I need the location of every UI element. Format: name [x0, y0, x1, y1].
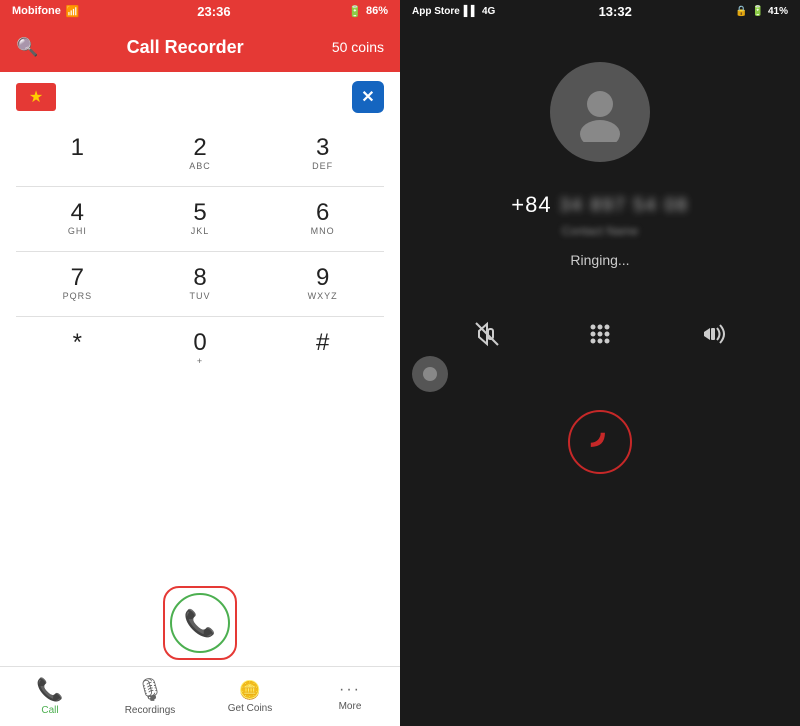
flag-row: ★ ✕ [0, 72, 400, 122]
speaker-icon [698, 319, 728, 349]
keypad-icon [586, 320, 614, 348]
end-call-button[interactable] [568, 410, 632, 474]
dial-key-2[interactable]: 2 ABC [139, 122, 262, 186]
call-controls [400, 308, 800, 360]
dial-key-hash[interactable]: # [261, 317, 384, 381]
network-type: 4G [482, 6, 495, 17]
call-button-area: 📞 [0, 576, 400, 666]
app-header: 🔍 Call Recorder 50 coins [0, 22, 400, 72]
dialpad-row-4: * 0 + # [16, 317, 384, 381]
app-title: Call Recorder [38, 37, 331, 58]
phone-country-code: +84 [511, 192, 551, 218]
battery-text-left: 86% [366, 5, 388, 17]
recordings-nav-label: Recordings [125, 705, 176, 716]
signal-icon-right: ▌▌ [464, 6, 478, 17]
keypad-button[interactable] [574, 308, 626, 360]
status-bar-right: App Store ▌▌ 4G 13:32 🔒 🔋 41% [400, 0, 800, 22]
nav-get-coins[interactable]: 🪙 Get Coins [200, 667, 300, 726]
dialpad-row-3: 7 PQRS 8 TUV 9 WXYZ [16, 252, 384, 317]
phone-number-display: +84 34 897 54 08 [511, 192, 688, 218]
status-bar-left: Mobifone 📶 23:36 🔋 86% [0, 0, 400, 22]
battery-icon-left: 🔋 [348, 5, 362, 18]
search-icon[interactable]: 🔍 [16, 37, 38, 58]
phone-number-blurred: 34 897 54 08 [560, 195, 689, 216]
dial-key-8[interactable]: 8 TUV [139, 252, 262, 316]
dialpad: 1 2 ABC 3 DEF 4 GHI 5 JKL 6 MN [0, 122, 400, 576]
coins-nav-icon: 🪙 [239, 680, 261, 701]
nav-more[interactable]: ··· More [300, 667, 400, 726]
app-store-text: App Store [412, 6, 460, 17]
more-nav-label: More [339, 701, 362, 712]
end-call-area [568, 410, 632, 474]
coins-nav-label: Get Coins [228, 703, 272, 714]
call-nav-label: Call [41, 705, 58, 716]
wifi-signal-icon: 📶 [66, 5, 80, 18]
mute-button[interactable] [461, 308, 513, 360]
side-button-icon [423, 367, 437, 381]
flag-star-icon: ★ [29, 87, 43, 107]
battery-icon-right: 🔋 [752, 6, 764, 17]
speaker-button[interactable] [687, 308, 739, 360]
dial-key-star[interactable]: * [16, 317, 139, 381]
dialpad-row-1: 1 2 ABC 3 DEF [16, 122, 384, 187]
time-left: 23:36 [197, 4, 230, 19]
dial-key-5[interactable]: 5 JKL [139, 187, 262, 251]
time-right: 13:32 [599, 4, 632, 19]
call-nav-icon: 📞 [36, 677, 63, 703]
call-screen: +84 34 897 54 08 Contact Name Ringing... [400, 22, 800, 726]
battery-text-right: 41% [768, 6, 788, 17]
dial-key-1[interactable]: 1 [16, 122, 139, 186]
right-panel: App Store ▌▌ 4G 13:32 🔒 🔋 41% +84 34 897… [400, 0, 800, 726]
dial-key-9[interactable]: 9 WXYZ [261, 252, 384, 316]
dial-key-6[interactable]: 6 MNO [261, 187, 384, 251]
clear-icon: ✕ [361, 87, 374, 107]
ringing-status: Ringing... [570, 252, 629, 268]
bottom-nav: 📞 Call 🎙 Recordings 🪙 Get Coins ··· More [0, 666, 400, 726]
lock-icon-right: 🔒 [735, 6, 747, 17]
recordings-nav-icon: 🎙 [136, 677, 164, 703]
carrier-text: Mobifone [12, 5, 61, 17]
coins-display: 50 coins [332, 39, 384, 55]
nav-recordings[interactable]: 🎙 Recordings [100, 667, 200, 726]
contact-name-blurred: Contact Name [562, 224, 639, 238]
more-nav-icon: ··· [339, 681, 361, 699]
dial-key-0[interactable]: 0 + [139, 317, 262, 381]
clear-button[interactable]: ✕ [352, 81, 384, 113]
dial-key-4[interactable]: 4 GHI [16, 187, 139, 251]
call-button-outer[interactable]: 📞 [163, 586, 237, 660]
dial-key-7[interactable]: 7 PQRS [16, 252, 139, 316]
end-call-icon [585, 427, 615, 457]
mute-icon [472, 319, 502, 349]
call-button-inner: 📞 [170, 593, 230, 653]
country-flag-button[interactable]: ★ [16, 83, 56, 111]
dialpad-row-2: 4 GHI 5 JKL 6 MNO [16, 187, 384, 252]
side-button[interactable] [412, 356, 448, 392]
dial-key-3[interactable]: 3 DEF [261, 122, 384, 186]
avatar [550, 62, 650, 162]
person-avatar-icon [570, 82, 630, 142]
phone-call-icon: 📞 [184, 608, 216, 639]
left-panel: Mobifone 📶 23:36 🔋 86% 🔍 Call Recorder 5… [0, 0, 400, 726]
nav-call[interactable]: 📞 Call [0, 667, 100, 726]
